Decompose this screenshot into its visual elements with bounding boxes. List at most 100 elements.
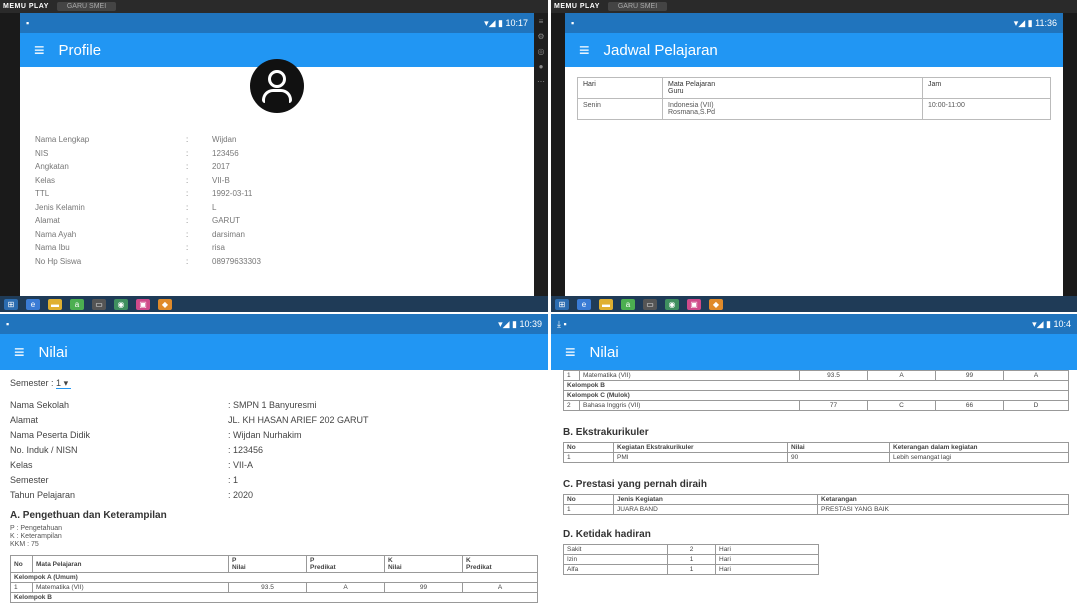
app-icon[interactable]: ▣ [136, 298, 150, 310]
profile-row: Alamat: GARUT [20, 214, 534, 228]
separator: : [186, 189, 189, 199]
avatar-area [20, 59, 534, 117]
profile-row: Nama Ayah: darsiman [20, 228, 534, 242]
emulator-tool-icon[interactable]: ◎ [538, 47, 545, 56]
nilai-screen-1: ▪ ▾◢ ▮ 10:39 ≡ Nilai Semester : 1 ▾ Nama… [0, 314, 548, 610]
emulator-tab[interactable]: GARU SMEI [607, 2, 668, 11]
column-header: Kegiatan Ekstrakurikuler [613, 442, 788, 453]
profile-label: Angkatan [35, 162, 69, 172]
profile-value: Wijdan [212, 135, 237, 145]
legend-item: K : Keterampilan [10, 533, 62, 540]
info-row: No. Induk / NISN: 123456 [0, 442, 548, 457]
semester-selector[interactable]: Semester : 1 ▾ [0, 370, 548, 389]
cell-p-nilai: 93.5 [228, 582, 307, 593]
column-header: Mata Pelajaran [32, 555, 229, 573]
page-title: Jadwal Pelajaran [603, 41, 718, 59]
column-header: Hari [577, 77, 663, 99]
cell-no: 2 [563, 400, 580, 411]
folder-icon[interactable]: ▬ [48, 298, 62, 310]
app-icon[interactable]: a [70, 298, 84, 310]
avatar-icon [250, 59, 304, 113]
separator: : [186, 256, 189, 266]
table-row: Izin 1 Hari [563, 554, 819, 565]
info-row: Kelas: VII-A [0, 457, 548, 472]
app-icon[interactable]: ▭ [643, 298, 657, 310]
info-label: Tahun Pelajaran [10, 489, 76, 500]
column-header: Keterangan dalam kegiatan [889, 442, 1069, 453]
emulator-tool-icon[interactable]: ● [539, 62, 544, 71]
cell-mapel: Bahasa Inggris (VII) [579, 400, 800, 411]
hamburger-menu-icon[interactable]: ≡ [565, 343, 576, 361]
profile-label: Kelas [35, 175, 56, 185]
cell-label: Izin [563, 554, 668, 565]
info-row: Alamat JL. KH HASAN ARIEF 202 GARUT [0, 412, 548, 427]
app-icon[interactable]: a [621, 298, 635, 310]
profile-label: Alamat [35, 216, 60, 226]
profile-row: Jenis Kelamin: L [20, 201, 534, 215]
status-bar: ▪ ▾◢ ▮ 10:39 [0, 314, 548, 334]
cell-jam: 10:00-11:00 [922, 98, 1051, 120]
browser-icon[interactable]: e [26, 298, 40, 310]
profile-value: VII-B [212, 175, 230, 185]
table-row: 1 JUARA BAND PRESTASI YANG BAIK [563, 504, 1069, 515]
info-value: : VII-A [228, 459, 254, 470]
emulator-tool-icon[interactable]: ⚙ [537, 32, 544, 41]
app-icon[interactable]: ◉ [665, 298, 679, 310]
group-label: Kelompok C (Mulok) [563, 390, 1069, 401]
status-bar: ▪ ▾◢ ▮ 10:17 [20, 13, 534, 33]
profile-label: TTL [35, 189, 50, 199]
column-header: P Predikat [306, 555, 385, 573]
app-icon[interactable]: ◆ [158, 298, 172, 310]
profile-value: risa [212, 243, 225, 253]
emulator-tool-icon[interactable]: ≡ [539, 17, 544, 26]
group-label: Kelompok B [563, 380, 1069, 391]
prestasi-table: No Jenis Kegiatan Ketarangan 1 JUARA BAN… [563, 494, 1069, 515]
cell-nilai: 90 [787, 452, 890, 463]
separator: : [186, 148, 189, 158]
app-icon[interactable]: ▣ [687, 298, 701, 310]
hamburger-menu-icon[interactable]: ≡ [579, 41, 590, 59]
notification-icon: ▪ [6, 319, 10, 329]
cell-p-nilai: 93.5 [799, 370, 868, 381]
notification-icon: ▪ [571, 18, 575, 28]
separator: : [186, 229, 189, 239]
table-row: 2 Bahasa Inggris (VII) 77 C 66 D [563, 400, 1069, 411]
browser-icon[interactable]: e [577, 298, 591, 310]
legend-item: KKM : 75 [10, 541, 39, 548]
profile-value: L [212, 202, 217, 212]
windows-taskbar: ⊞ e ▬ a ▭ ◉ ▣ ◆ [551, 296, 1077, 312]
folder-icon[interactable]: ▬ [599, 298, 613, 310]
cell-keterangan: Lebih semangat lagi [889, 452, 1069, 463]
start-icon[interactable]: ⊞ [4, 298, 18, 310]
app-icon[interactable]: ◉ [114, 298, 128, 310]
emulator-tab[interactable]: GARU SMEI [56, 2, 117, 11]
cell-no: 1 [10, 582, 33, 593]
nilai-table: 1 Matematika (VII) 93.5 A 99 A Kelompok … [563, 370, 1069, 411]
start-icon[interactable]: ⊞ [555, 298, 569, 310]
hamburger-menu-icon[interactable]: ≡ [34, 41, 45, 59]
app-icon[interactable]: ▭ [92, 298, 106, 310]
table-row: 1 PMI 90 Lebih semangat lagi [563, 452, 1069, 463]
app-icon[interactable]: ◆ [709, 298, 723, 310]
semester-dropdown[interactable]: 1 ▾ [56, 378, 72, 389]
cell-jenis: JUARA BAND [613, 504, 818, 515]
profile-row: Nama Lengkap: Wijdan [20, 133, 534, 147]
cell-label: Alfa [563, 564, 668, 575]
cell-p-predikat: C [867, 400, 936, 411]
info-label: Nama Peserta Didik [10, 429, 91, 440]
notification-icon: ▪ [26, 18, 30, 28]
cell-p-predikat: A [867, 370, 936, 381]
table-row[interactable]: Senin Indonesia (VII) Rosmana,S.Pd 10:00-… [577, 98, 1051, 120]
column-header: P Nilai [228, 555, 307, 573]
status-time: ▾◢ ▮ 10:39 [498, 318, 542, 329]
separator: : [186, 202, 189, 212]
cell-mapel: Matematika (VII) [32, 582, 229, 593]
table-header-row: No Jenis Kegiatan Ketarangan [563, 494, 1069, 505]
profile-screen: ▪ ▾◢ ▮ 10:17 ≡ Profile Nama Lengkap: Wijd… [20, 13, 534, 296]
emulator-tool-icon[interactable]: ⋯ [537, 77, 545, 86]
status-time: ▾◢ ▮ 10:4 [1032, 318, 1071, 329]
hamburger-menu-icon[interactable]: ≡ [14, 343, 25, 361]
group-row: Kelompok B [10, 592, 538, 603]
cell-count: 1 [667, 554, 716, 565]
group-row: Kelompok C (Mulok) [563, 390, 1069, 401]
